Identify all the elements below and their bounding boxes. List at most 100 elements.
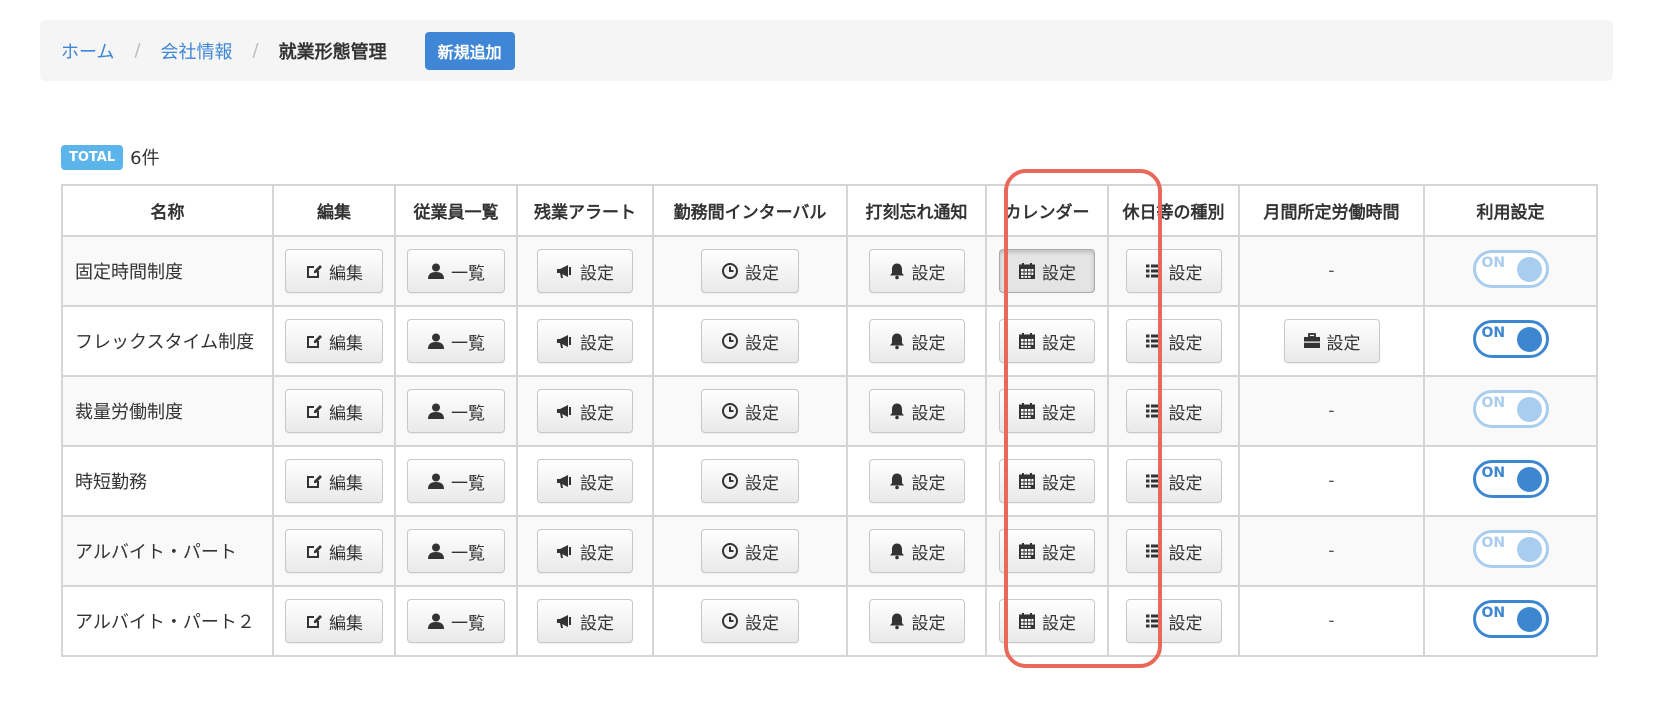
usage-toggle[interactable]: ON [1472,389,1549,428]
toggle-label: ON [1481,254,1506,271]
button-label: 設定 [745,403,779,424]
button-label: 一覧 [451,333,485,354]
overtime-alert-setting-button[interactable]: 設定 [537,529,633,573]
bell-icon [888,472,906,490]
employee-list-button[interactable]: 一覧 [407,459,505,503]
edit-button[interactable]: 編集 [285,459,383,503]
total-count: 6件 [130,148,160,169]
clock-icon [721,262,739,280]
calendar-setting-button[interactable]: 設定 [999,389,1095,433]
usage-cell: ON [1423,585,1598,657]
missed-punch-setting-button[interactable]: 設定 [868,249,965,293]
bell-icon [888,542,906,560]
calendar-icon [1018,472,1036,490]
work-interval-setting-button[interactable]: 設定 [701,459,799,503]
button-label: 一覧 [451,403,485,424]
breadcrumb-company-link[interactable]: 会社情報 [161,38,233,64]
employee-list-button[interactable]: 一覧 [407,599,505,643]
button-label: 設定 [1326,333,1361,354]
work-style-name: 時短勤務 [61,445,274,517]
button-label: 編集 [329,613,363,634]
employee-list-button[interactable]: 一覧 [407,319,505,363]
user-icon [427,262,445,280]
work-interval-setting-button[interactable]: 設定 [701,389,799,433]
megaphone-icon [556,332,574,350]
holiday-type-cell: 設定 [1107,235,1240,307]
edit-button[interactable]: 編集 [285,599,383,643]
overtime-alert-setting-button[interactable]: 設定 [537,389,633,433]
edit-button[interactable]: 編集 [285,529,383,573]
button-label: 設定 [745,543,779,564]
edit-icon [305,332,323,350]
overtime-alert-setting-button[interactable]: 設定 [537,599,633,643]
button-label: 設定 [1042,333,1076,354]
button-label: 編集 [329,263,363,284]
usage-toggle[interactable]: ON [1472,319,1549,358]
holiday-type-setting-button[interactable]: 設定 [1125,599,1222,643]
overtime-alert-setting-button[interactable]: 設定 [537,459,633,503]
usage-toggle[interactable]: ON [1472,599,1549,638]
calendar-setting-button[interactable]: 設定 [999,249,1095,293]
breadcrumb-home-link[interactable]: ホーム [61,38,114,64]
holiday-type-cell: 設定 [1107,515,1240,587]
add-new-button[interactable]: 新規追加 [424,31,515,70]
column-header-edit: 編集 [272,184,396,237]
calendar-setting-button[interactable]: 設定 [999,529,1095,573]
missed-punch-setting-button[interactable]: 設定 [868,529,965,573]
calendar-setting-button[interactable]: 設定 [999,319,1095,363]
holiday-type-setting-button[interactable]: 設定 [1125,529,1222,573]
missed-punch-setting-button[interactable]: 設定 [868,599,965,643]
table-row: 裁量労働制度 編集 一覧 設定 設定 設定 設定 設定 - ON [61,375,1598,447]
column-header-overtime-alert: 残業アラート [516,184,654,237]
employee-list-button[interactable]: 一覧 [407,389,505,433]
edit-button[interactable]: 編集 [285,389,383,433]
toggle-knob [1516,536,1542,562]
usage-cell: ON [1423,375,1598,447]
usage-toggle[interactable]: ON [1472,459,1549,498]
edit-button[interactable]: 編集 [285,249,383,293]
calendar-setting-button[interactable]: 設定 [999,599,1095,643]
usage-toggle[interactable]: ON [1472,249,1549,288]
calendar-setting-button[interactable]: 設定 [999,459,1095,503]
button-label: 編集 [329,333,363,354]
overtime-alert-setting-button[interactable]: 設定 [537,249,633,293]
monthly-hours-cell: - [1238,235,1425,307]
edit-cell: 編集 [272,445,396,517]
clock-icon [721,402,739,420]
holiday-type-cell: 設定 [1107,445,1240,517]
missed-punch-setting-button[interactable]: 設定 [868,319,965,363]
holiday-type-cell: 設定 [1107,375,1240,447]
holiday-type-setting-button[interactable]: 設定 [1125,459,1222,503]
work-interval-setting-button[interactable]: 設定 [701,249,799,293]
button-label: 設定 [580,263,614,284]
overtime-alert-cell: 設定 [516,305,654,377]
holiday-type-setting-button[interactable]: 設定 [1125,319,1222,363]
megaphone-icon [556,472,574,490]
usage-toggle[interactable]: ON [1472,529,1549,568]
list-icon [1145,402,1163,420]
work-interval-setting-button[interactable]: 設定 [701,319,799,363]
employee-list-button[interactable]: 一覧 [407,249,505,293]
button-label: 設定 [911,333,946,354]
holiday-type-setting-button[interactable]: 設定 [1125,249,1222,293]
usage-cell: ON [1423,515,1598,587]
monthly-hours-setting-button[interactable]: 設定 [1283,319,1380,363]
empty-value: - [1328,261,1335,281]
monthly-hours-cell: 設定 [1238,305,1425,377]
work-interval-setting-button[interactable]: 設定 [701,599,799,643]
missed-punch-setting-button[interactable]: 設定 [868,389,965,433]
work-interval-setting-button[interactable]: 設定 [701,529,799,573]
toggle-label: ON [1481,604,1506,621]
breadcrumb-separator: / [252,40,259,61]
overtime-alert-setting-button[interactable]: 設定 [537,319,633,363]
monthly-hours-cell: - [1238,445,1425,517]
missed-punch-setting-button[interactable]: 設定 [868,459,965,503]
edit-button[interactable]: 編集 [285,319,383,363]
work-style-table: 名称 編集 従業員一覧 残業アラート 勤務間インターバル 打刻忘れ通知 カレンダ… [61,184,1598,657]
holiday-type-setting-button[interactable]: 設定 [1125,389,1222,433]
button-label: 一覧 [451,263,485,284]
employee-list-button[interactable]: 一覧 [407,529,505,573]
empty-value: - [1328,611,1335,631]
employee-list-cell: 一覧 [394,235,518,307]
user-icon [427,472,445,490]
